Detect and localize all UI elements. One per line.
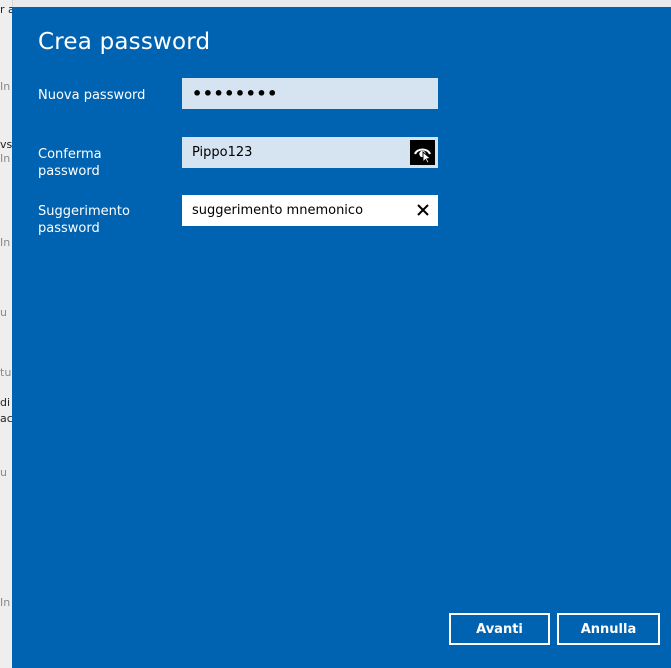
background-text-fragment: u xyxy=(0,306,7,319)
next-button-label: Avanti xyxy=(451,615,548,643)
background-text-fragment: di xyxy=(0,396,11,409)
cancel-button-label: Annulla xyxy=(559,615,658,643)
new-password-label: Nuova password xyxy=(38,88,146,103)
cancel-button[interactable]: Annulla xyxy=(557,613,660,645)
clear-icon xyxy=(417,204,429,216)
confirm-password-label: Conferma password xyxy=(38,147,102,179)
new-password-field[interactable]: •••••••• xyxy=(182,78,438,109)
background-text-fragment: ac xyxy=(0,412,13,425)
confirm-password-value: Pippo123 xyxy=(192,145,253,160)
background-text-fragment: u xyxy=(0,466,7,479)
reveal-password-button[interactable] xyxy=(410,140,435,165)
background-text-fragment: In xyxy=(0,80,11,93)
reveal-password-icon xyxy=(414,148,432,163)
background-text-fragment: In xyxy=(0,596,11,609)
password-hint-field[interactable]: suggerimento mnemonico xyxy=(182,195,438,226)
background-text-fragment: In xyxy=(0,152,11,165)
background-text-fragment: tu xyxy=(0,366,12,379)
password-hint-label: Suggerimento password xyxy=(38,204,130,236)
background-text-fragment: In xyxy=(0,236,11,249)
dialog-title: Crea password xyxy=(38,29,211,55)
create-password-dialog: Crea password Nuova password •••••••• Co… xyxy=(12,7,671,668)
password-hint-value: suggerimento mnemonico xyxy=(192,203,364,218)
next-button[interactable]: Avanti xyxy=(449,613,550,645)
clear-hint-button[interactable] xyxy=(414,201,432,219)
new-password-value: •••••••• xyxy=(192,84,278,103)
confirm-password-field[interactable]: Pippo123 xyxy=(182,137,438,168)
background-text-fragment: vs xyxy=(0,138,13,151)
